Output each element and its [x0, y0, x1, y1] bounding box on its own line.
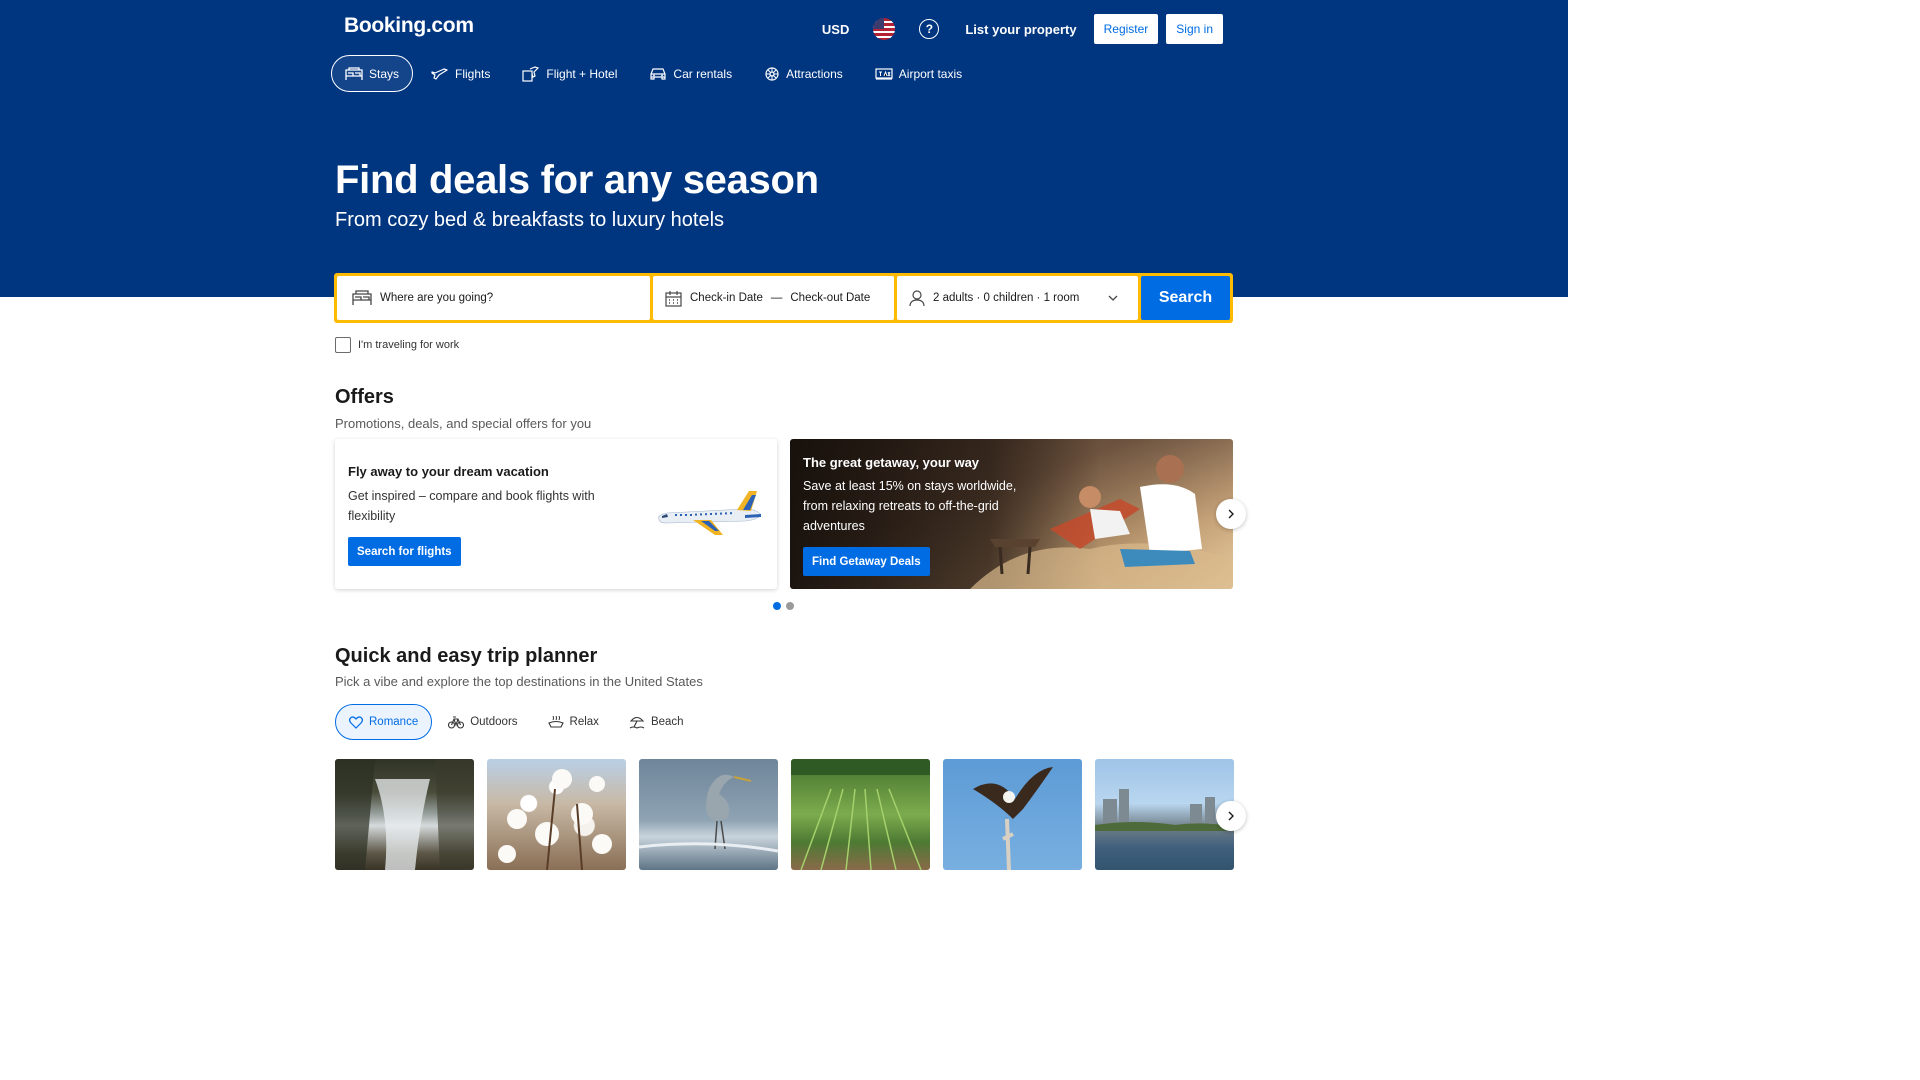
- hero-title: Find deals for any season: [335, 158, 819, 202]
- vibe-tab-romance[interactable]: Romance: [335, 704, 433, 740]
- booking-logo[interactable]: Booking.com: [344, 14, 474, 38]
- vibe-label: Relax: [569, 716, 599, 728]
- search-bar: Where are you going? Check-in Date — Che…: [334, 273, 1233, 323]
- bed-icon: [352, 290, 372, 305]
- header-actions: USD ? List your property Register Sign i…: [822, 14, 1223, 44]
- hero-subtitle: From cozy bed & breakfasts to luxury hot…: [335, 209, 725, 231]
- guests-label: 2 adults · 0 children · 1 room: [933, 292, 1080, 304]
- carousel-dot[interactable]: [786, 602, 794, 610]
- work-travel-checkbox-row[interactable]: I'm traveling for work: [335, 337, 459, 353]
- vibe-tab-beach[interactable]: Beach: [615, 704, 698, 740]
- vibe-tab-relax[interactable]: Relax: [534, 704, 613, 740]
- search-button[interactable]: Search: [1141, 276, 1230, 320]
- date-separator: —: [770, 292, 783, 304]
- chevron-down-icon: [1108, 295, 1118, 301]
- nav-label: Car rentals: [673, 66, 733, 81]
- find-getaway-deals-button[interactable]: Find Getaway Deals: [803, 547, 930, 576]
- beach-icon: [629, 716, 645, 729]
- us-flag-icon[interactable]: [873, 18, 896, 40]
- attractions-icon: [765, 66, 779, 81]
- flight-hotel-icon: [522, 65, 540, 82]
- search-flights-button[interactable]: Search for flights: [348, 537, 461, 566]
- car-icon: [650, 67, 667, 80]
- vibe-tabs: Romance Outdoors Relax Beach: [335, 704, 700, 740]
- nav-label: Flights: [455, 66, 491, 81]
- planner-subtitle: Pick a vibe and explore the top destinat…: [335, 674, 703, 689]
- nav-label: Airport taxis: [898, 66, 963, 81]
- nav-tab-car-rentals[interactable]: Car rentals: [635, 55, 746, 92]
- heart-icon: [349, 715, 363, 729]
- nav-tab-flights[interactable]: Flights: [417, 55, 504, 92]
- sign-in-button[interactable]: Sign in: [1166, 14, 1223, 44]
- destination-photo-cotton[interactable]: [487, 759, 626, 870]
- bicycle-icon: [448, 715, 465, 729]
- calendar-icon: [665, 290, 682, 307]
- planner-title: Quick and easy trip planner: [335, 645, 598, 667]
- photos-next-button[interactable]: [1216, 801, 1246, 831]
- plane-icon: [431, 67, 448, 80]
- nav-label: Attractions: [786, 66, 843, 81]
- offers-title: Offers: [335, 386, 394, 408]
- currency-selector[interactable]: USD: [822, 22, 849, 37]
- vibe-label: Romance: [369, 716, 419, 728]
- offers-next-button[interactable]: [1216, 499, 1246, 529]
- vibe-tab-outdoors[interactable]: Outdoors: [434, 704, 531, 740]
- product-nav: Stays Flights Flight + Hotel Car rentals…: [331, 55, 980, 92]
- destination-photo-city-lake[interactable]: [1095, 759, 1234, 870]
- register-button[interactable]: Register: [1093, 14, 1159, 44]
- destination-photo-corn-field[interactable]: [791, 759, 930, 870]
- airplane-illustration: [658, 491, 762, 535]
- destination-placeholder: Where are you going?: [380, 292, 494, 304]
- chevron-right-icon: [1228, 811, 1234, 821]
- vibe-label: Outdoors: [470, 716, 518, 728]
- work-travel-label: I'm traveling for work: [358, 339, 460, 351]
- nav-label: Stays: [369, 66, 400, 81]
- destination-photo-heron[interactable]: [639, 759, 778, 870]
- help-icon[interactable]: ?: [919, 19, 940, 39]
- nav-tab-airport-taxis[interactable]: Airport taxis: [861, 55, 976, 92]
- offers-subtitle: Promotions, deals, and special offers fo…: [335, 416, 592, 431]
- destination-input[interactable]: Where are you going?: [337, 276, 650, 320]
- nav-tab-attractions[interactable]: Attractions: [750, 55, 857, 92]
- nav-tab-stays[interactable]: Stays: [331, 55, 414, 92]
- offer-card-text: Save at least 15% on stays worldwide, fr…: [803, 479, 1017, 533]
- offer-card-title: Fly away to your dream vacation: [348, 464, 549, 479]
- destination-photo-waterfall[interactable]: [335, 759, 474, 870]
- offer-card-title: The great getaway, your way: [803, 455, 980, 470]
- guests-selector[interactable]: 2 adults · 0 children · 1 room: [897, 276, 1138, 320]
- offers-carousel-dots: [773, 602, 794, 610]
- destination-photos: [335, 759, 1234, 870]
- vibe-label: Beach: [650, 716, 684, 728]
- taxi-icon: [875, 67, 893, 80]
- offer-card-getaway: The great getaway, your way Save at leas…: [790, 439, 1233, 589]
- work-travel-checkbox[interactable]: [335, 337, 351, 353]
- check-in-label: Check-in Date: [690, 292, 763, 304]
- destination-photo-eagle[interactable]: [943, 759, 1082, 870]
- carousel-dot[interactable]: [773, 602, 781, 610]
- nav-tab-flight-hotel[interactable]: Flight + Hotel: [508, 55, 631, 92]
- date-picker[interactable]: Check-in Date — Check-out Date: [653, 276, 894, 320]
- offer-card-flights: Fly away to your dream vacation Get insp…: [335, 439, 777, 589]
- nav-label: Flight + Hotel: [546, 66, 618, 81]
- bed-icon: [345, 66, 363, 80]
- hero-background: [0, 0, 1568, 297]
- check-out-label: Check-out Date: [790, 292, 871, 304]
- chevron-right-icon: [1228, 509, 1234, 519]
- person-icon: [909, 289, 925, 306]
- relax-icon: [547, 715, 564, 728]
- offer-card-text: Get inspired – compare and book flights …: [348, 489, 595, 523]
- list-property-link[interactable]: List your property: [965, 22, 1076, 37]
